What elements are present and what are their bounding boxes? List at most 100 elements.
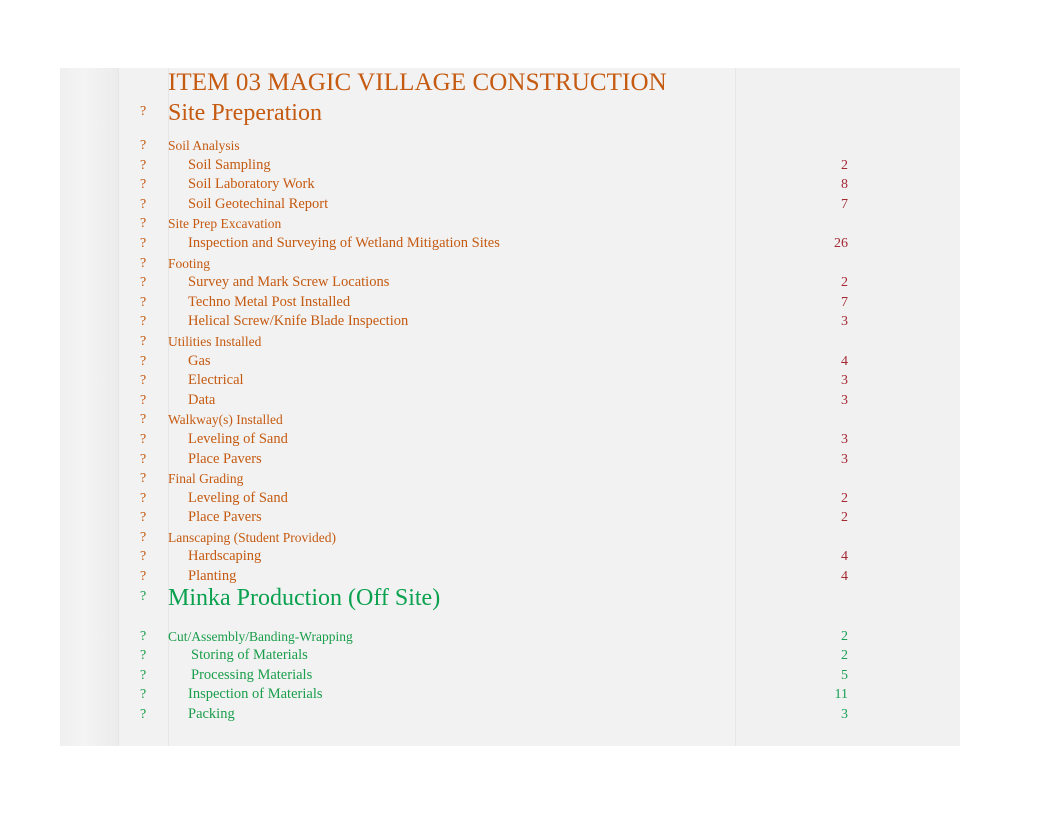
bullet-glyph-icon: ? [140, 529, 147, 545]
task-label: Place Pavers [188, 509, 262, 526]
bullet-glyph-icon: ? [140, 431, 147, 447]
bullet-glyph-icon: ? [140, 490, 147, 506]
group-row[interactable]: ? Site Prep Excavation [60, 214, 960, 234]
task-row[interactable]: ? Leveling of Sand 3 [60, 430, 960, 450]
task-label: Storing of Materials [191, 647, 308, 664]
task-label: Processing Materials [191, 666, 313, 683]
task-label: Helical Screw/Knife Blade Inspection [188, 313, 409, 330]
duration-value: 5 [841, 667, 848, 683]
duration-value: 2 [841, 648, 848, 664]
task-label: Hardscaping [188, 548, 262, 565]
section-heading-row[interactable]: ? Site Preperation [60, 100, 960, 136]
task-label: Electrical [188, 372, 244, 389]
group-label: Final Grading [168, 471, 244, 487]
bullet-glyph-icon: ? [140, 569, 147, 585]
duration-value: 2 [841, 275, 848, 291]
bullet-glyph-icon: ? [140, 138, 147, 153]
bullet-glyph-icon: ? [140, 687, 147, 703]
task-row[interactable]: ? Electrical 3 [60, 371, 960, 391]
group-row[interactable]: ? Soil Analysis [60, 136, 960, 156]
task-row[interactable]: ? Survey and Mark Screw Locations 2 [60, 273, 960, 293]
group-row[interactable]: ? Final Grading [60, 469, 960, 489]
task-row[interactable]: ? Soil Sampling 2 [60, 156, 960, 176]
task-row[interactable]: ? Techno Metal Post Installed 7 [60, 293, 960, 313]
group-row[interactable]: ? Footing [60, 254, 960, 274]
section-heading: Minka Production (Off Site) [168, 584, 441, 611]
duration-value: 7 [841, 196, 848, 212]
bullet-glyph-icon: ? [140, 549, 147, 565]
task-row[interactable]: ? Inspection of Materials 11 [60, 685, 960, 705]
task-row-list: ITEM 03 MAGIC VILLAGE CONSTRUCTION? Site … [60, 68, 960, 725]
task-row[interactable]: ? Place Pavers 3 [60, 450, 960, 470]
group-row[interactable]: ? Lanscaping (Student Provided) [60, 528, 960, 548]
task-label: Soil Geotechinal Report [188, 195, 329, 212]
task-row[interactable]: ? Leveling of Sand 2 [60, 489, 960, 509]
group-row[interactable]: ? Cut/Assembly/Banding-Wrapping 2 [60, 627, 960, 647]
task-label: Inspection of Materials [188, 686, 323, 703]
group-label: Cut/Assembly/Banding-Wrapping [168, 628, 353, 644]
bullet-glyph-icon: ? [140, 588, 147, 604]
bullet-glyph-icon: ? [140, 648, 147, 664]
duration-value: 7 [841, 294, 848, 310]
task-row[interactable]: ? Inspection and Surveying of Wetland Mit… [60, 234, 960, 254]
duration-value: 4 [841, 549, 848, 565]
duration-value: 11 [834, 687, 848, 703]
task-row[interactable]: ? Helical Screw/Knife Blade Inspection 3 [60, 312, 960, 332]
bullet-glyph-icon: ? [140, 392, 147, 408]
bullet-glyph-icon: ? [140, 333, 147, 349]
task-row[interactable]: ? Packing 3 [60, 705, 960, 725]
bullet-glyph-icon: ? [140, 510, 147, 526]
duration-value: 2 [841, 628, 848, 644]
bullet-glyph-icon: ? [140, 628, 147, 644]
bullet-glyph-icon: ? [140, 451, 147, 467]
bullet-glyph-icon: ? [140, 177, 147, 193]
duration-value: 2 [841, 490, 848, 506]
duration-value: 2 [841, 510, 848, 526]
bullet-glyph-icon: ? [140, 235, 147, 251]
group-label: Lanscaping (Student Provided) [168, 529, 336, 545]
section-heading: Site Preperation [168, 100, 322, 126]
task-row[interactable]: ? Processing Materials 5 [60, 666, 960, 686]
task-row[interactable]: ? Soil Laboratory Work 8 [60, 175, 960, 195]
task-label: Inspection and Surveying of Wetland Miti… [188, 234, 500, 251]
duration-value: 4 [841, 353, 848, 369]
task-label: Place Pavers [188, 450, 262, 467]
bullet-glyph-icon: ? [140, 294, 147, 310]
section-heading-row[interactable]: ? Minka Production (Off Site) [60, 585, 960, 627]
group-label: Walkway(s) Installed [168, 412, 283, 428]
task-label: Packing [188, 706, 235, 723]
group-label: Site Prep Excavation [168, 216, 282, 232]
bullet-glyph-icon: ? [140, 196, 147, 212]
bullet-glyph-icon: ? [140, 353, 147, 369]
task-label: Gas [188, 352, 211, 369]
task-row[interactable]: ? Place Pavers 2 [60, 508, 960, 528]
task-label: Soil Laboratory Work [188, 176, 315, 193]
bullet-glyph-icon: ? [140, 216, 147, 232]
task-row[interactable]: ? Soil Geotechinal Report 7 [60, 195, 960, 215]
bullet-glyph-icon: ? [140, 104, 147, 119]
bullet-glyph-icon: ? [140, 314, 147, 330]
bullet-glyph-icon: ? [140, 707, 147, 723]
task-label: Leveling of Sand [188, 489, 288, 506]
task-row[interactable]: ? Data 3 [60, 391, 960, 411]
duration-value: 3 [841, 431, 848, 447]
bullet-glyph-icon: ? [140, 667, 147, 683]
task-label: Survey and Mark Screw Locations [188, 274, 390, 291]
task-label: Techno Metal Post Installed [188, 293, 351, 310]
duration-value: 26 [834, 235, 848, 251]
task-row[interactable]: ? Gas 4 [60, 352, 960, 372]
bullet-glyph-icon: ? [140, 412, 147, 428]
task-label: Leveling of Sand [188, 430, 288, 447]
group-label: Soil Analysis [168, 138, 240, 153]
task-row[interactable]: ? Storing of Materials 2 [60, 646, 960, 666]
group-label: Utilities Installed [168, 333, 262, 349]
task-row[interactable]: ? Hardscaping 4 [60, 547, 960, 567]
duration-value: 3 [841, 314, 848, 330]
duration-value: 4 [841, 569, 848, 585]
group-row[interactable]: ? Utilities Installed [60, 332, 960, 352]
worksheet-sheet: ITEM 03 MAGIC VILLAGE CONSTRUCTION? Site … [60, 68, 960, 746]
group-row[interactable]: ? Walkway(s) Installed [60, 410, 960, 430]
bullet-glyph-icon: ? [140, 157, 147, 173]
group-label: Footing [168, 255, 211, 271]
duration-value: 2 [841, 157, 848, 173]
